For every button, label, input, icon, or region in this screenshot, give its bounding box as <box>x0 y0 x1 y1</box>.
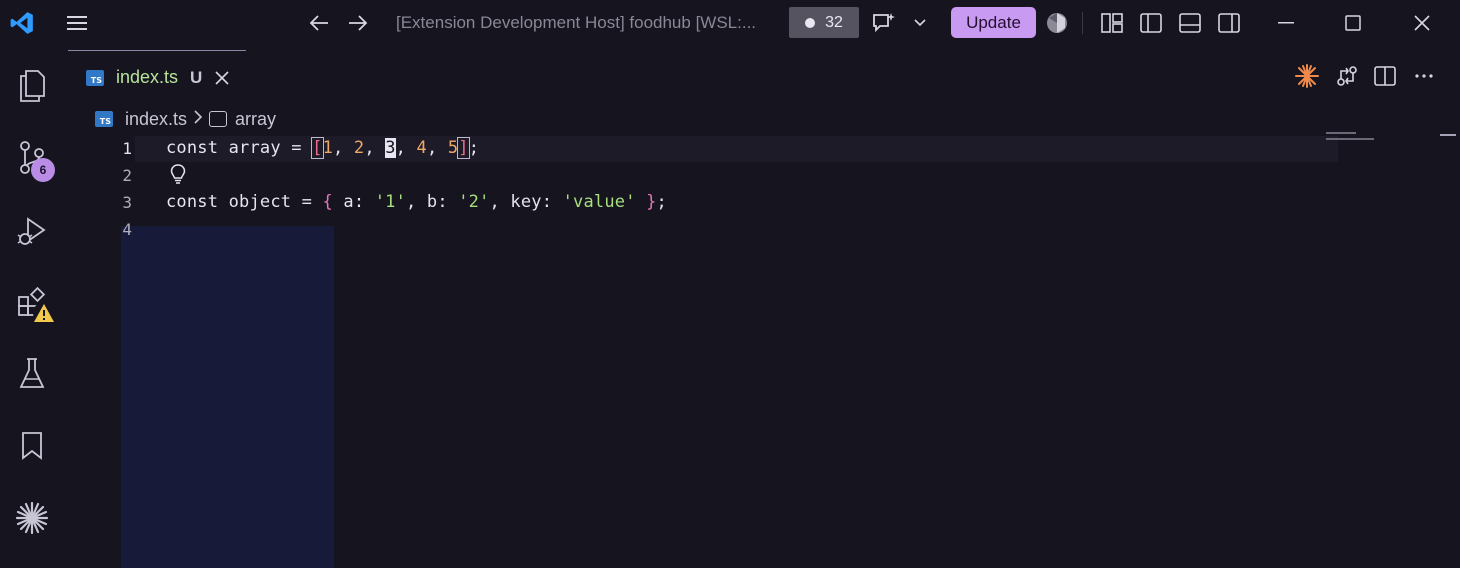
toggle-secondary-sidebar-icon[interactable] <box>1214 0 1244 46</box>
scm-badge: 6 <box>31 158 55 182</box>
minimap-line <box>1326 138 1374 140</box>
title-separator <box>1082 12 1083 34</box>
status-count-badge[interactable]: 32 <box>789 7 859 38</box>
compare-icon[interactable] <box>1333 62 1361 90</box>
bracket-token: [ <box>311 137 324 159</box>
code-line-1[interactable]: const array = [1, 2, 3, 4, 5]; <box>166 137 479 159</box>
breadcrumb: TS index.ts array <box>95 106 276 132</box>
string-token: '1' <box>374 192 407 212</box>
count-label: 32 <box>825 13 843 31</box>
sparkle-action-icon[interactable] <box>1293 62 1321 90</box>
typescript-file-icon: TS <box>95 111 113 127</box>
minimize-icon[interactable] <box>1264 0 1308 46</box>
string-token: 'value' <box>562 192 636 212</box>
breadcrumb-file[interactable]: index.ts <box>125 109 187 130</box>
number-token: 2 <box>353 138 365 158</box>
keyword-token: const <box>166 138 219 158</box>
more-actions-icon[interactable] <box>1410 62 1438 90</box>
toggle-sidebar-icon[interactable] <box>1136 0 1166 46</box>
minimap-line <box>1326 132 1356 134</box>
property-token: key <box>510 192 542 212</box>
brace-token: } <box>646 192 657 212</box>
untracked-status: U <box>190 67 203 87</box>
selection-highlight <box>121 226 334 568</box>
layout-icon[interactable] <box>1097 0 1127 46</box>
title-bar: [Extension Development Host] foodhub [WS… <box>0 0 1460 46</box>
line-number: 4 <box>122 220 132 239</box>
property-token: a <box>343 192 354 212</box>
string-token: '2' <box>458 192 490 212</box>
number-token: 4 <box>416 138 427 158</box>
bookmark-icon[interactable] <box>12 426 52 466</box>
run-debug-icon[interactable] <box>12 211 52 251</box>
explorer-icon[interactable] <box>12 64 52 104</box>
close-icon[interactable] <box>1400 0 1444 46</box>
testing-icon[interactable] <box>12 354 52 394</box>
chevron-down-icon[interactable] <box>908 0 932 46</box>
arrow-right-icon[interactable] <box>343 0 373 46</box>
copilot-chat-icon[interactable] <box>868 0 898 46</box>
identifier-token: object <box>228 192 292 212</box>
scrollbar-indicator[interactable] <box>1440 134 1456 136</box>
dot-icon <box>805 17 816 28</box>
vscode-logo-icon <box>4 0 40 46</box>
variable-symbol-icon <box>209 111 228 127</box>
code-line-3[interactable]: const object = { a: '1', b: '2', key: 'v… <box>166 192 667 212</box>
line-number: 3 <box>122 193 132 212</box>
tab-close-icon[interactable] <box>214 70 230 86</box>
arrow-left-icon[interactable] <box>304 0 334 46</box>
property-token: b <box>426 192 438 212</box>
tab-label: index.ts <box>116 67 179 87</box>
number-token: 5 <box>447 138 459 158</box>
typescript-file-icon: TS <box>86 69 104 86</box>
account-icon[interactable] <box>1042 0 1072 46</box>
sparkle-icon[interactable] <box>12 498 52 538</box>
menu-icon[interactable] <box>62 0 92 46</box>
number-token: 1 <box>322 138 333 158</box>
line-number: 2 <box>122 166 132 185</box>
update-button[interactable]: Update <box>951 7 1036 38</box>
editor-tab[interactable]: TS index.ts U <box>68 50 246 104</box>
cursor-selection: 3 <box>385 138 396 158</box>
identifier-token: array <box>228 138 281 158</box>
warning-icon <box>32 301 56 325</box>
brace-token: { <box>322 192 333 212</box>
line-number: 1 <box>122 139 132 158</box>
lightbulb-icon[interactable] <box>170 164 188 186</box>
bracket-token: ] <box>457 137 470 159</box>
keyword-token: const <box>166 192 219 212</box>
chevron-right-icon <box>193 109 203 130</box>
maximize-icon[interactable] <box>1331 0 1375 46</box>
breadcrumb-symbol[interactable]: array <box>235 109 276 130</box>
window-title[interactable]: [Extension Development Host] foodhub [WS… <box>396 13 776 33</box>
toggle-panel-icon[interactable] <box>1175 0 1205 46</box>
split-editor-icon[interactable] <box>1371 62 1399 90</box>
